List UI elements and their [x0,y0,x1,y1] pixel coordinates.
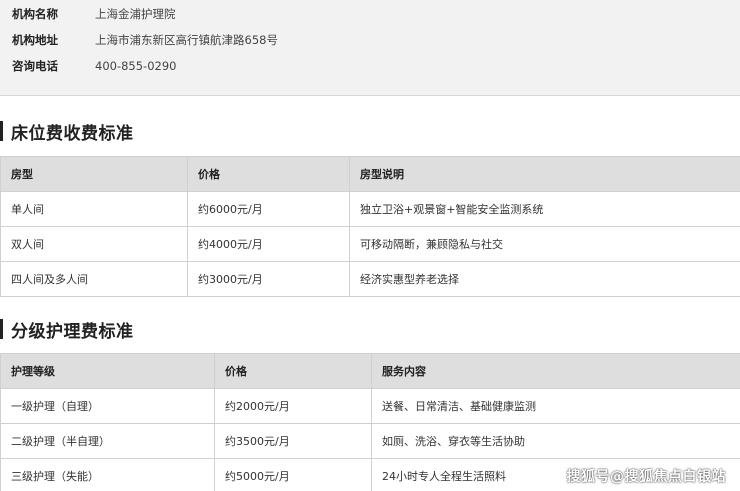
table-cell: 三级护理（失能） [0,458,215,491]
table-cell: 单人间 [0,191,188,227]
bed-fee-section-title: 床位费收费标准 [0,120,134,144]
info-label: 机构名称 [12,7,58,21]
table-row: 单人间 约6000元/月 独立卫浴+观景窗+智能安全监测系统 [0,191,740,227]
table-header-row: 护理等级 价格 服务内容 [0,353,740,389]
table-cell: 约6000元/月 [187,191,350,227]
table-header-row: 房型 价格 房型说明 [0,156,740,192]
table-cell: 独立卫浴+观景窗+智能安全监测系统 [349,191,740,227]
info-value: 400-855-0290 [95,59,177,73]
table-cell: 经济实惠型养老选择 [349,261,740,297]
table-cell: 如厕、洗浴、穿衣等生活协助 [371,423,740,459]
table-cell: 约2000元/月 [214,388,372,424]
table-row: 双人间 约4000元/月 可移动隔断，兼顾隐私与社交 [0,226,740,262]
section-title-text: 床位费收费标准 [11,123,134,144]
table-cell: 四人间及多人间 [0,261,188,297]
table-cell: 约3000元/月 [187,261,350,297]
info-row-name: 机构名称 上海金浦护理院 [12,4,176,24]
table-cell: 二级护理（半自理） [0,423,215,459]
section-accent-bar [0,319,3,339]
table-cell: 约5000元/月 [214,458,372,491]
table-cell: 约3500元/月 [214,423,372,459]
table-cell: 可移动隔断，兼顾隐私与社交 [349,226,740,262]
info-label: 咨询电话 [12,59,58,73]
table-cell: 约4000元/月 [187,226,350,262]
info-label: 机构地址 [12,33,58,47]
section-title-text: 分级护理费标准 [11,321,134,342]
watermark-text: 搜狐号@搜狐焦点白银站 [566,469,726,485]
table-cell: 送餐、日常清洁、基础健康监测 [371,388,740,424]
column-header: 护理等级 [0,353,215,389]
table-cell: 双人间 [0,226,188,262]
table-row: 一级护理（自理） 约2000元/月 送餐、日常清洁、基础健康监测 [0,388,740,424]
column-header: 房型说明 [349,156,740,192]
column-header: 房型 [0,156,188,192]
column-header: 价格 [187,156,350,192]
info-row-phone: 咨询电话 400-855-0290 [12,56,176,76]
institution-info-panel: 机构名称 上海金浦护理院 机构地址 上海市浦东新区高行镇航津路658号 咨询电话… [0,0,740,96]
info-value: 上海金浦护理院 [95,7,176,21]
table-cell: 一级护理（自理） [0,388,215,424]
care-fee-section-title: 分级护理费标准 [0,318,134,342]
section-accent-bar [0,121,3,141]
column-header: 服务内容 [371,353,740,389]
table-row: 四人间及多人间 约3000元/月 经济实惠型养老选择 [0,261,740,297]
table-row: 二级护理（半自理） 约3500元/月 如厕、洗浴、穿衣等生活协助 [0,423,740,459]
column-header: 价格 [214,353,372,389]
info-row-address: 机构地址 上海市浦东新区高行镇航津路658号 [12,30,278,50]
info-value: 上海市浦东新区高行镇航津路658号 [95,33,278,47]
bed-fee-table: 房型 价格 房型说明 单人间 约6000元/月 独立卫浴+观景窗+智能安全监测系… [0,156,740,297]
